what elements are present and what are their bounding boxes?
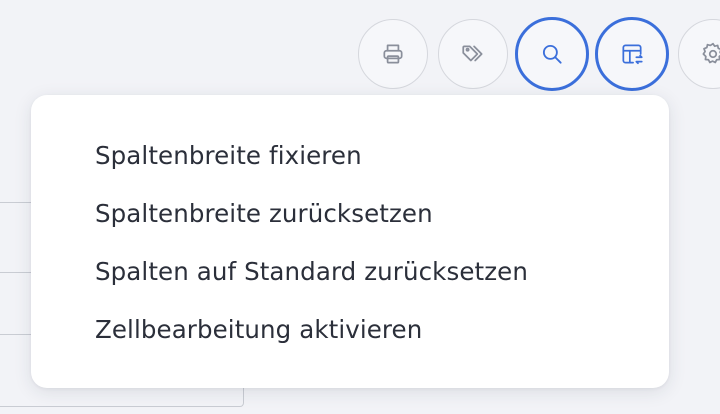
menu-item-fix-column-width[interactable]: Spaltenbreite fixieren — [95, 134, 362, 178]
tags-button[interactable] — [438, 19, 508, 89]
menu-item-reset-columns-default[interactable]: Spalten auf Standard zurücksetzen — [95, 250, 528, 294]
menu-item-enable-cell-editing[interactable]: Zellbearbeitung aktivieren — [95, 308, 422, 352]
search-icon — [542, 44, 562, 64]
table-refresh-icon — [622, 44, 643, 65]
settings-button[interactable] — [678, 19, 720, 89]
print-button[interactable] — [358, 19, 428, 89]
menu-item-reset-column-width[interactable]: Spaltenbreite zurücksetzen — [95, 192, 433, 236]
gear-icon — [702, 42, 720, 64]
printer-icon — [383, 44, 403, 64]
tags-icon — [462, 45, 483, 62]
search-button[interactable] — [515, 17, 589, 91]
column-options-menu: Spaltenbreite fixieren Spaltenbreite zur… — [31, 95, 669, 388]
table-settings-button[interactable] — [595, 17, 669, 91]
